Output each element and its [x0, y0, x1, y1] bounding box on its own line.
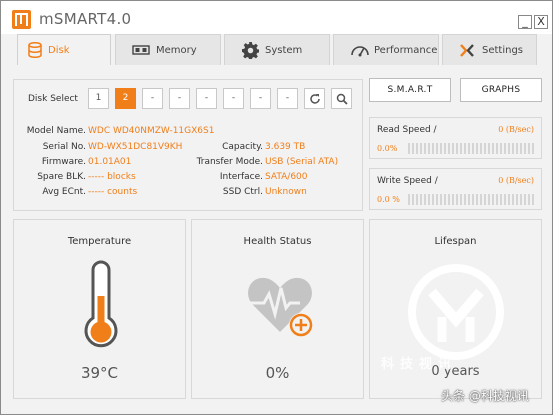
capacity-label: Capacity. — [222, 142, 263, 152]
app-logo-icon — [12, 10, 31, 29]
tab-memory[interactable]: Memory — [115, 34, 221, 65]
tab-settings[interactable]: Settings — [442, 34, 537, 65]
spare-blk-label: Spare BLK. — [37, 172, 86, 182]
disk-button-3[interactable]: - — [142, 88, 163, 109]
watermark-logo-icon — [408, 264, 504, 360]
health-value: 0% — [265, 364, 290, 382]
temperature-value: 39°C — [80, 364, 119, 382]
health-title: Health Status — [243, 236, 312, 247]
transfer-mode-value: USB (Serial ATA) — [265, 157, 339, 167]
watermark-credit: 头条 @科技视讯 — [441, 389, 529, 403]
serial-no-label: Serial No. — [42, 142, 86, 152]
memory-chip-icon — [132, 45, 150, 55]
ssd-ctrl-label: SSD Ctrl. — [222, 187, 263, 197]
disk-button-1[interactable]: 1 — [88, 88, 109, 109]
close-button[interactable]: X — [534, 15, 548, 29]
disk-button-2[interactable]: 2 — [115, 88, 136, 109]
tab-performance[interactable]: Performance — [333, 34, 439, 65]
heart-pulse-icon — [248, 277, 313, 337]
speedometer-icon — [351, 46, 369, 57]
spare-blk-value: ----- blocks — [88, 172, 136, 182]
capacity-value: 3.639 TB — [265, 142, 306, 152]
gear-icon — [242, 42, 259, 59]
graphs-button[interactable]: GRAPHS — [460, 78, 542, 102]
refresh-icon — [309, 94, 320, 104]
read-speed-box: Read Speed / 0 (B/sec) 0.0% — [369, 117, 542, 159]
refresh-button[interactable] — [304, 88, 325, 109]
read-speed-percent: 0.0% — [377, 144, 398, 153]
disk-select-label: Disk Select — [28, 94, 78, 104]
interface-value: SATA/600 — [265, 172, 308, 182]
tools-icon — [460, 44, 474, 57]
firmware-value: 01.01A01 — [88, 157, 132, 167]
transfer-mode-label: Transfer Mode. — [196, 157, 263, 167]
temperature-title: Temperature — [67, 236, 132, 247]
health-panel: Health Status 0% — [191, 219, 364, 399]
search-button[interactable] — [331, 88, 352, 109]
tab-label: System — [265, 45, 303, 56]
read-speed-bar — [408, 143, 534, 154]
write-speed-percent: 0.0 % — [377, 195, 400, 204]
lifespan-panel: Lifespan 0 years — [369, 219, 542, 399]
ssd-ctrl-value: Unknown — [265, 187, 307, 197]
disk-button-5[interactable]: - — [196, 88, 217, 109]
read-speed-label: Read Speed / — [377, 125, 437, 135]
disk-button-6[interactable]: - — [223, 88, 244, 109]
lifespan-title: Lifespan — [434, 236, 477, 247]
firmware-label: Firmware. — [41, 157, 86, 167]
model-name-label: Model Name. — [26, 126, 86, 136]
write-speed-label: Write Speed / — [377, 176, 438, 186]
watermark-text: 科技视讯 — [381, 357, 458, 372]
interface-label: Interface. — [219, 172, 263, 182]
tab-label: Performance — [374, 45, 438, 56]
write-speed-box: Write Speed / 0 (B/sec) 0.0 % — [369, 168, 542, 210]
write-speed-value: 0 (B/sec) — [498, 176, 534, 185]
search-icon — [336, 93, 348, 105]
app-title: mSMART4.0 — [39, 10, 132, 28]
avg-ecnt-value: ----- counts — [88, 187, 138, 197]
thermometer-icon — [84, 260, 118, 348]
tab-system[interactable]: System — [224, 34, 330, 65]
write-speed-bar — [408, 194, 534, 205]
tab-label: Settings — [482, 45, 524, 56]
temperature-panel: Temperature 39°C — [13, 219, 186, 399]
read-speed-value: 0 (B/sec) — [498, 125, 534, 134]
tab-disk[interactable]: Disk — [17, 34, 111, 65]
model-name-value: WDC WD40NMZW-11GX6S1 — [88, 126, 215, 136]
disk-button-8[interactable]: - — [277, 88, 298, 109]
tab-bar: Disk Memory System Performance Settings — [17, 34, 537, 65]
serial-no-value: WD-WX51DC81V9KH — [88, 142, 183, 152]
app-window: mSMART4.0 _ X Disk Memory System Perform… — [0, 0, 553, 415]
minimize-button[interactable]: _ — [518, 15, 532, 29]
avg-ecnt-label: Avg ECnt. — [42, 187, 86, 197]
disk-button-7[interactable]: - — [250, 88, 271, 109]
tab-label: Disk — [48, 45, 70, 56]
disk-button-4[interactable]: - — [169, 88, 190, 109]
smart-button[interactable]: S.M.A.R.T — [369, 78, 451, 102]
database-icon — [28, 42, 42, 58]
tab-label: Memory — [156, 45, 197, 56]
title-bar: mSMART4.0 _ X — [1, 1, 552, 34]
